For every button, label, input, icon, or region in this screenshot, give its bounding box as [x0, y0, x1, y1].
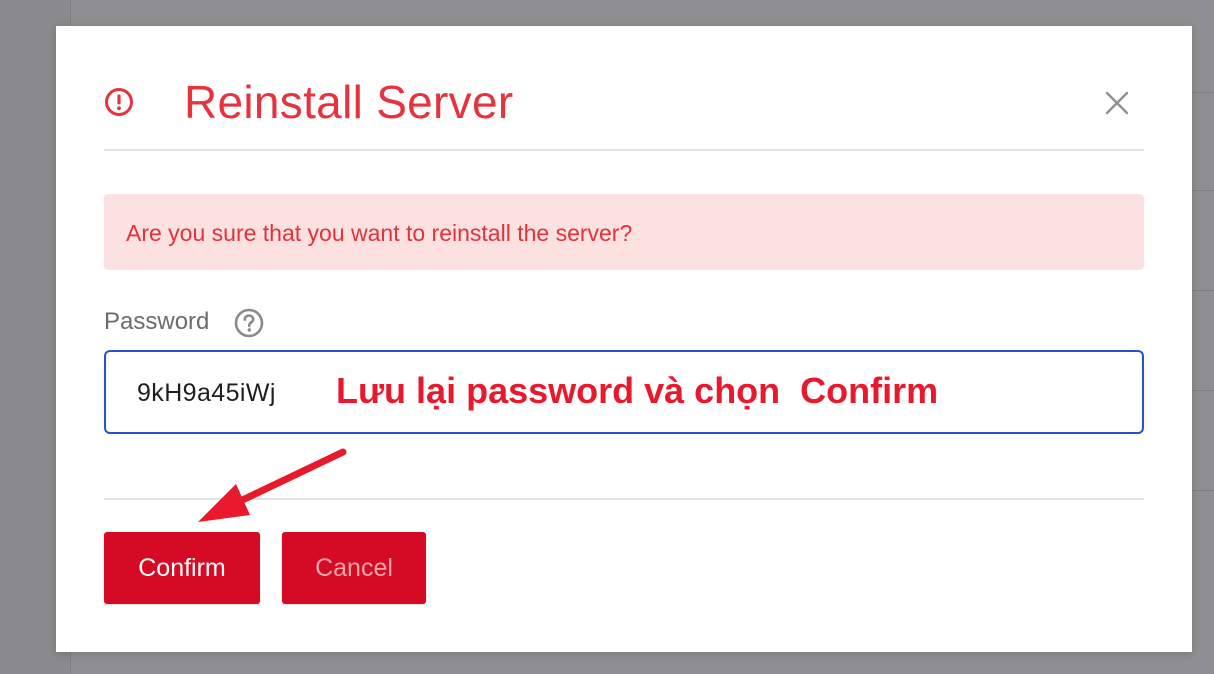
- background-divider: [1192, 290, 1214, 291]
- cancel-button[interactable]: Cancel: [282, 532, 426, 604]
- instruction-annotation: Lưu lại password và chọn Confirm: [336, 370, 939, 411]
- password-value: 9kH9a45iWj: [137, 379, 276, 407]
- background-divider: [1192, 92, 1214, 93]
- warning-alert: Are you sure that you want to reinstall …: [104, 194, 1144, 270]
- close-icon[interactable]: [1104, 90, 1130, 116]
- background-divider: [1192, 190, 1214, 191]
- password-label: Password: [104, 308, 210, 335]
- background-divider: [1192, 490, 1214, 491]
- alert-message: Are you sure that you want to reinstall …: [126, 220, 633, 246]
- dialog-title: Reinstall Server: [184, 76, 514, 128]
- confirm-button[interactable]: Confirm: [104, 532, 260, 604]
- reinstall-server-dialog: Reinstall Server Are you sure that you w…: [56, 26, 1192, 652]
- question-circle-icon[interactable]: [234, 308, 264, 338]
- background-divider: [1192, 390, 1214, 391]
- dialog-header: Reinstall Server: [104, 74, 1144, 151]
- footer-divider: [104, 498, 1144, 500]
- alert-circle-icon: [104, 87, 134, 117]
